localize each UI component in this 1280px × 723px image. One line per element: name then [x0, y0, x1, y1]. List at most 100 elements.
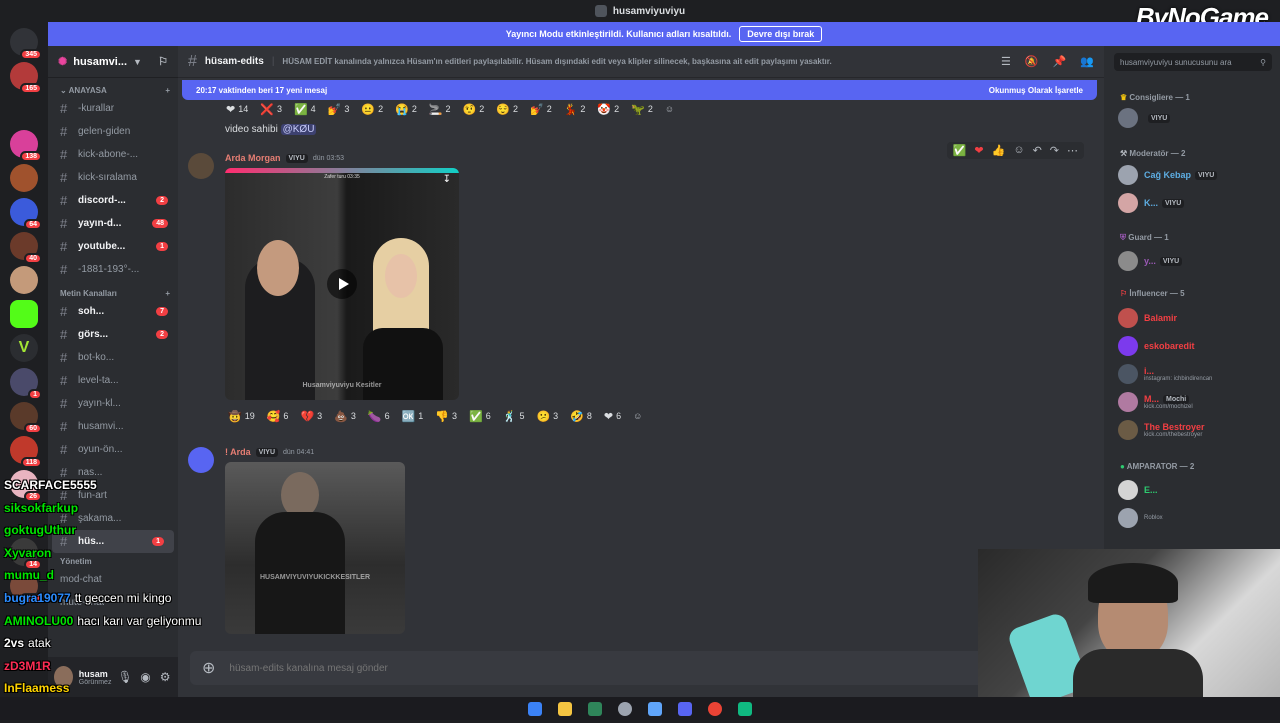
- settings-icon[interactable]: [618, 701, 632, 716]
- reaction-chip[interactable]: 🆗 1: [399, 408, 427, 424]
- reaction-chip[interactable]: 😐 2: [358, 101, 386, 117]
- channel-item[interactable]: # oyun-ön...: [48, 438, 178, 461]
- channel-item[interactable]: # yayın-kl...: [48, 392, 178, 415]
- threads-icon[interactable]: ☰: [1001, 55, 1011, 68]
- reaction-chip[interactable]: 🦖 2: [628, 101, 656, 117]
- notification-bell-icon[interactable]: 🔕: [1025, 55, 1039, 68]
- server-icon[interactable]: 64: [10, 198, 42, 230]
- channel-item[interactable]: # yayın-d... 48: [48, 212, 178, 235]
- server-icon[interactable]: 165: [10, 62, 42, 94]
- forward-icon[interactable]: ↷: [1050, 144, 1059, 157]
- video-attachment[interactable]: HUSAMVIYUVIYUKICKKESITLER: [225, 462, 405, 634]
- channel-item[interactable]: # -kurallar: [48, 97, 178, 120]
- more-options-icon[interactable]: ⋯: [1067, 144, 1078, 157]
- reaction-chip[interactable]: 😌 2: [493, 101, 521, 117]
- windows-start-icon[interactable]: [528, 701, 542, 716]
- add-reaction-icon[interactable]: ☺: [1013, 144, 1024, 157]
- reaction-chip[interactable]: ❌ 3: [257, 101, 285, 117]
- channel-topic[interactable]: HÜSAM EDİT kanalında yalnızca Hüsam'ın e…: [282, 57, 831, 66]
- reaction-chip[interactable]: 🤡 2: [594, 101, 622, 117]
- terminal-icon[interactable]: [588, 701, 602, 716]
- members-icon[interactable]: 👥: [1080, 55, 1094, 68]
- add-friend-icon[interactable]: ⚐: [158, 55, 168, 68]
- reaction-chip[interactable]: 💔 3: [297, 408, 325, 424]
- member-item[interactable]: E...: [1118, 480, 1158, 500]
- member-item[interactable]: Roblox: [1118, 508, 1163, 528]
- server-icon[interactable]: 40: [10, 232, 42, 264]
- server-header[interactable]: ✺ husamvi... ▼ ⚐: [48, 46, 178, 78]
- reaction-chip[interactable]: ❤ 6: [601, 408, 624, 424]
- author-avatar[interactable]: [188, 153, 214, 179]
- user-mention[interactable]: @KØU: [280, 124, 317, 135]
- v-server-icon[interactable]: V: [10, 334, 38, 362]
- channel-item[interactable]: # gelen-giden: [48, 120, 178, 143]
- reaction-chip[interactable]: 🥰 6: [264, 408, 292, 424]
- channel-item[interactable]: # soh... 7: [48, 300, 178, 323]
- server-icon[interactable]: [10, 164, 38, 192]
- disable-streamer-mode-button[interactable]: Devre dışı bırak: [739, 26, 823, 42]
- reaction-chip[interactable]: 💅 2: [527, 101, 555, 117]
- author-name[interactable]: Arda Morgan: [225, 153, 281, 163]
- server-icon[interactable]: 60: [10, 402, 42, 434]
- reaction-chip[interactable]: 🤣 8: [567, 408, 595, 424]
- reaction-chip[interactable]: 🍆 6: [365, 408, 393, 424]
- reaction-chip[interactable]: ✅ 6: [466, 408, 494, 424]
- server-icon[interactable]: 118: [10, 436, 42, 468]
- check-reaction-icon[interactable]: ✅: [953, 144, 967, 157]
- member-item[interactable]: K... VIYU: [1118, 193, 1185, 213]
- member-item[interactable]: VIYU: [1118, 108, 1171, 128]
- channel-item[interactable]: # -1881-193°-...: [48, 258, 178, 281]
- author-avatar[interactable]: [188, 447, 214, 473]
- reaction-chip[interactable]: 💩 3: [331, 408, 359, 424]
- channel-item[interactable]: # level-ta...: [48, 369, 178, 392]
- reaction-chip[interactable]: 🕺 5: [500, 408, 528, 424]
- mark-as-read-button[interactable]: Okunmuş Olarak İşaretle: [989, 86, 1083, 95]
- member-item[interactable]: Cağ Kebap VIYU: [1118, 165, 1218, 185]
- reaction-chip[interactable]: ❤ 14: [223, 101, 251, 117]
- play-button[interactable]: [327, 269, 357, 299]
- message-input[interactable]: [229, 662, 1078, 674]
- channel-item[interactable]: # youtube... 1: [48, 235, 178, 258]
- reply-icon[interactable]: ↶: [1033, 144, 1042, 157]
- direct-messages-icon[interactable]: 345: [10, 28, 42, 60]
- new-messages-bar[interactable]: 20:17 vaktinden beri 17 yeni mesaj Okunm…: [182, 80, 1097, 100]
- reaction-chip[interactable]: ✅ 4: [291, 101, 319, 117]
- add-channel-icon[interactable]: +: [165, 289, 170, 298]
- member-item[interactable]: The Bestroyer kick.com/thebestroyer: [1118, 420, 1205, 440]
- pin-icon[interactable]: 📌: [1053, 55, 1067, 68]
- app-icon[interactable]: [738, 701, 752, 716]
- member-item[interactable]: M... Mochi kick.com/mochizel: [1118, 392, 1193, 412]
- member-item[interactable]: i... instagram: ichbindirencan: [1118, 364, 1212, 384]
- chrome-icon[interactable]: [708, 701, 722, 716]
- category-header[interactable]: Metin Kanalları +: [48, 281, 178, 300]
- channel-item[interactable]: # kick-sıralama: [48, 166, 178, 189]
- channel-item[interactable]: # discord-... 2: [48, 189, 178, 212]
- reaction-chip[interactable]: 🤠 19: [225, 408, 258, 424]
- download-icon[interactable]: ↧: [443, 174, 451, 185]
- member-item[interactable]: Balamir: [1118, 308, 1177, 328]
- file-explorer-icon[interactable]: [558, 701, 572, 716]
- add-reaction-icon[interactable]: ☺: [630, 408, 645, 424]
- add-reaction-icon[interactable]: ☺: [662, 101, 677, 117]
- channel-item[interactable]: # husamvi...: [48, 415, 178, 438]
- video-attachment[interactable]: Zafer turu 03:35 ↧ Husamviyuviyu Kesitle…: [225, 168, 459, 400]
- reaction-chip[interactable]: 😭 2: [392, 101, 420, 117]
- reaction-chip[interactable]: 🚬 2: [426, 101, 454, 117]
- thumbs-up-icon[interactable]: 👍: [992, 144, 1006, 157]
- reaction-chip[interactable]: 💃 2: [561, 101, 589, 117]
- reaction-chip[interactable]: 😕 3: [533, 408, 561, 424]
- channel-item[interactable]: # görs... 2: [48, 323, 178, 346]
- heart-reaction-icon[interactable]: ❤: [974, 144, 983, 157]
- member-item[interactable]: y... VIYU: [1118, 251, 1183, 271]
- server-icon[interactable]: 1: [10, 368, 42, 400]
- member-item[interactable]: eskobaredit: [1118, 336, 1195, 356]
- reaction-chip[interactable]: 💅 3: [325, 101, 353, 117]
- reaction-chip[interactable]: 🤨 2: [460, 101, 488, 117]
- author-name[interactable]: ! Arda: [225, 447, 251, 457]
- category-header[interactable]: ⌄ ANAYASA +: [48, 78, 178, 97]
- add-channel-icon[interactable]: +: [165, 86, 170, 95]
- discord-taskbar-icon[interactable]: [678, 701, 692, 716]
- server-icon[interactable]: [10, 266, 38, 294]
- kick-server-icon[interactable]: [10, 300, 38, 328]
- channel-item[interactable]: # bot-ko...: [48, 346, 178, 369]
